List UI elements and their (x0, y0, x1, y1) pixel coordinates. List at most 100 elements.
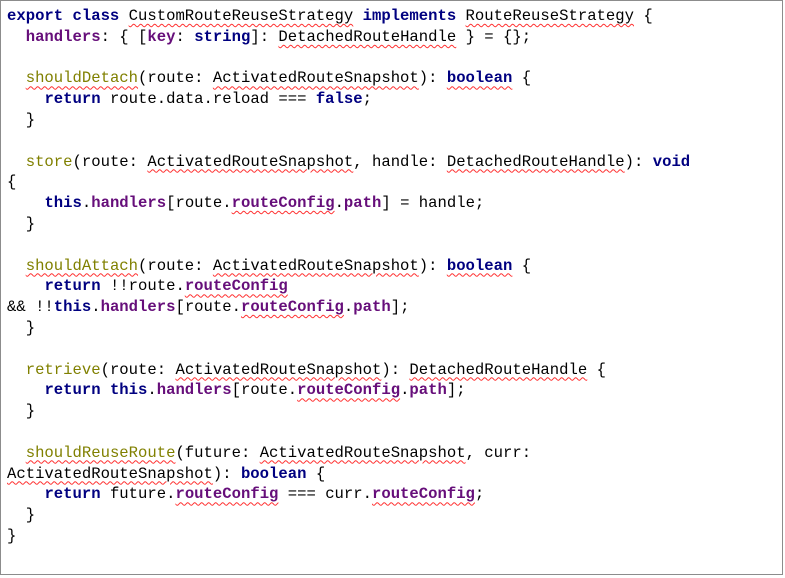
code-token: ActivatedRouteSnapshot (175, 360, 382, 379)
code-line: shouldDetach(route: ActivatedRouteSnapsh… (7, 68, 690, 89)
code-token: path (353, 298, 391, 317)
code-token: (future: (175, 443, 260, 462)
code-token: { (7, 173, 17, 192)
code-token: ] = handle; (381, 194, 485, 213)
code-token: store (25, 152, 73, 171)
code-token: === curr. (278, 485, 372, 504)
code-line: && !!this.handlers[route.routeConfig.pat… (7, 297, 690, 318)
code-token: string (194, 27, 251, 46)
code-token: (route: (138, 69, 213, 88)
code-token: routeConfig (371, 485, 475, 504)
code-token: ; (362, 90, 372, 109)
code-line: handlers: { [key: string]: DetachedRoute… (7, 27, 690, 48)
code-token: { (634, 7, 653, 25)
code-line: shouldAttach(route: ActivatedRouteSnapsh… (7, 256, 690, 277)
code-token: ): (624, 152, 653, 171)
code-token: ActivatedRouteSnapshot (147, 152, 354, 171)
code-token: boolean (240, 464, 307, 483)
code-token: retrieve (25, 360, 101, 379)
code-token: } (7, 402, 36, 421)
code-token: return (44, 485, 101, 504)
code-line: return route.data.reload === false; (7, 89, 690, 110)
code-line: } (7, 318, 690, 339)
code-line: shouldReuseRoute(future: ActivatedRouteS… (7, 443, 690, 464)
code-token: . (343, 298, 354, 317)
code-token: DetachedRouteHandle (278, 27, 457, 46)
code-token: handlers (156, 381, 232, 400)
code-token: , handle: (353, 152, 447, 171)
code-token: } (7, 110, 36, 129)
code-token: ActivatedRouteSnapshot (7, 464, 213, 483)
code-editor[interactable]: export class CustomRouteReuseStrategy im… (0, 0, 783, 575)
code-token: [route. (231, 381, 298, 400)
code-token: , curr: (465, 443, 532, 462)
code-line: } (7, 110, 690, 131)
code-token: && !! (7, 298, 54, 317)
code-line: return !!route.routeConfig (7, 276, 690, 297)
code-token: !!route. (100, 277, 185, 296)
code-line: { (7, 172, 690, 193)
code-token: . (91, 298, 101, 317)
code-token: . (147, 381, 157, 400)
code-line: ActivatedRouteSnapshot): boolean { (7, 464, 690, 485)
code-token: ]; (446, 381, 466, 400)
code-token: false (315, 90, 363, 109)
code-token: CustomRouteReuseStrategy (128, 7, 354, 25)
code-line: retrieve(route: ActivatedRouteSnapshot):… (7, 360, 690, 381)
code-token: } (7, 214, 36, 233)
code-token: ; (474, 485, 485, 504)
code-token: { (306, 464, 326, 483)
code-line: } (7, 526, 690, 547)
code-token: } (7, 506, 36, 525)
code-token: shouldAttach (25, 256, 139, 275)
code-token: ]; (390, 298, 410, 317)
code-token: implements (362, 7, 457, 25)
code-token: : { [ (100, 27, 148, 46)
code-line: store(route: ActivatedRouteSnapshot, han… (7, 152, 690, 173)
code-token: route.data.reload === (100, 90, 316, 109)
code-token: boolean (446, 256, 513, 275)
code-line: this.handlers[route.routeConfig.path] = … (7, 193, 690, 214)
code-line: } (7, 214, 690, 235)
code-token: handlers (25, 27, 101, 46)
code-token: ): (212, 464, 241, 483)
code-token: . (81, 194, 92, 213)
code-token: routeConfig (184, 277, 288, 296)
code-token: this (53, 298, 92, 317)
code-token: path (343, 194, 382, 213)
code-token: . (334, 194, 344, 213)
code-token: handlers (100, 298, 176, 317)
code-token: routeConfig (297, 381, 401, 400)
code-token: ): (381, 360, 410, 379)
code-token: (route: (138, 256, 213, 275)
code-token: key (147, 27, 176, 46)
code-line: return this.handlers[route.routeConfig.p… (7, 380, 690, 401)
code-token: ]: (250, 27, 279, 46)
code-line: } (7, 401, 690, 422)
code-line: export class CustomRouteReuseStrategy im… (7, 6, 690, 27)
code-token: boolean (446, 69, 513, 88)
code-token: return (44, 277, 101, 296)
code-area[interactable]: export class CustomRouteReuseStrategy im… (7, 6, 690, 547)
code-token: return this (44, 381, 148, 400)
code-token: DetachedRouteHandle (446, 152, 625, 171)
code-token: (route: (72, 152, 148, 171)
code-token: } (7, 526, 17, 545)
code-token: void (652, 152, 691, 171)
code-token: DetachedRouteHandle (409, 360, 588, 379)
code-token: routeConfig (231, 194, 335, 213)
code-token: (route: (100, 360, 176, 379)
code-token: shouldReuseRoute (25, 443, 176, 462)
code-token: export class (7, 7, 129, 25)
